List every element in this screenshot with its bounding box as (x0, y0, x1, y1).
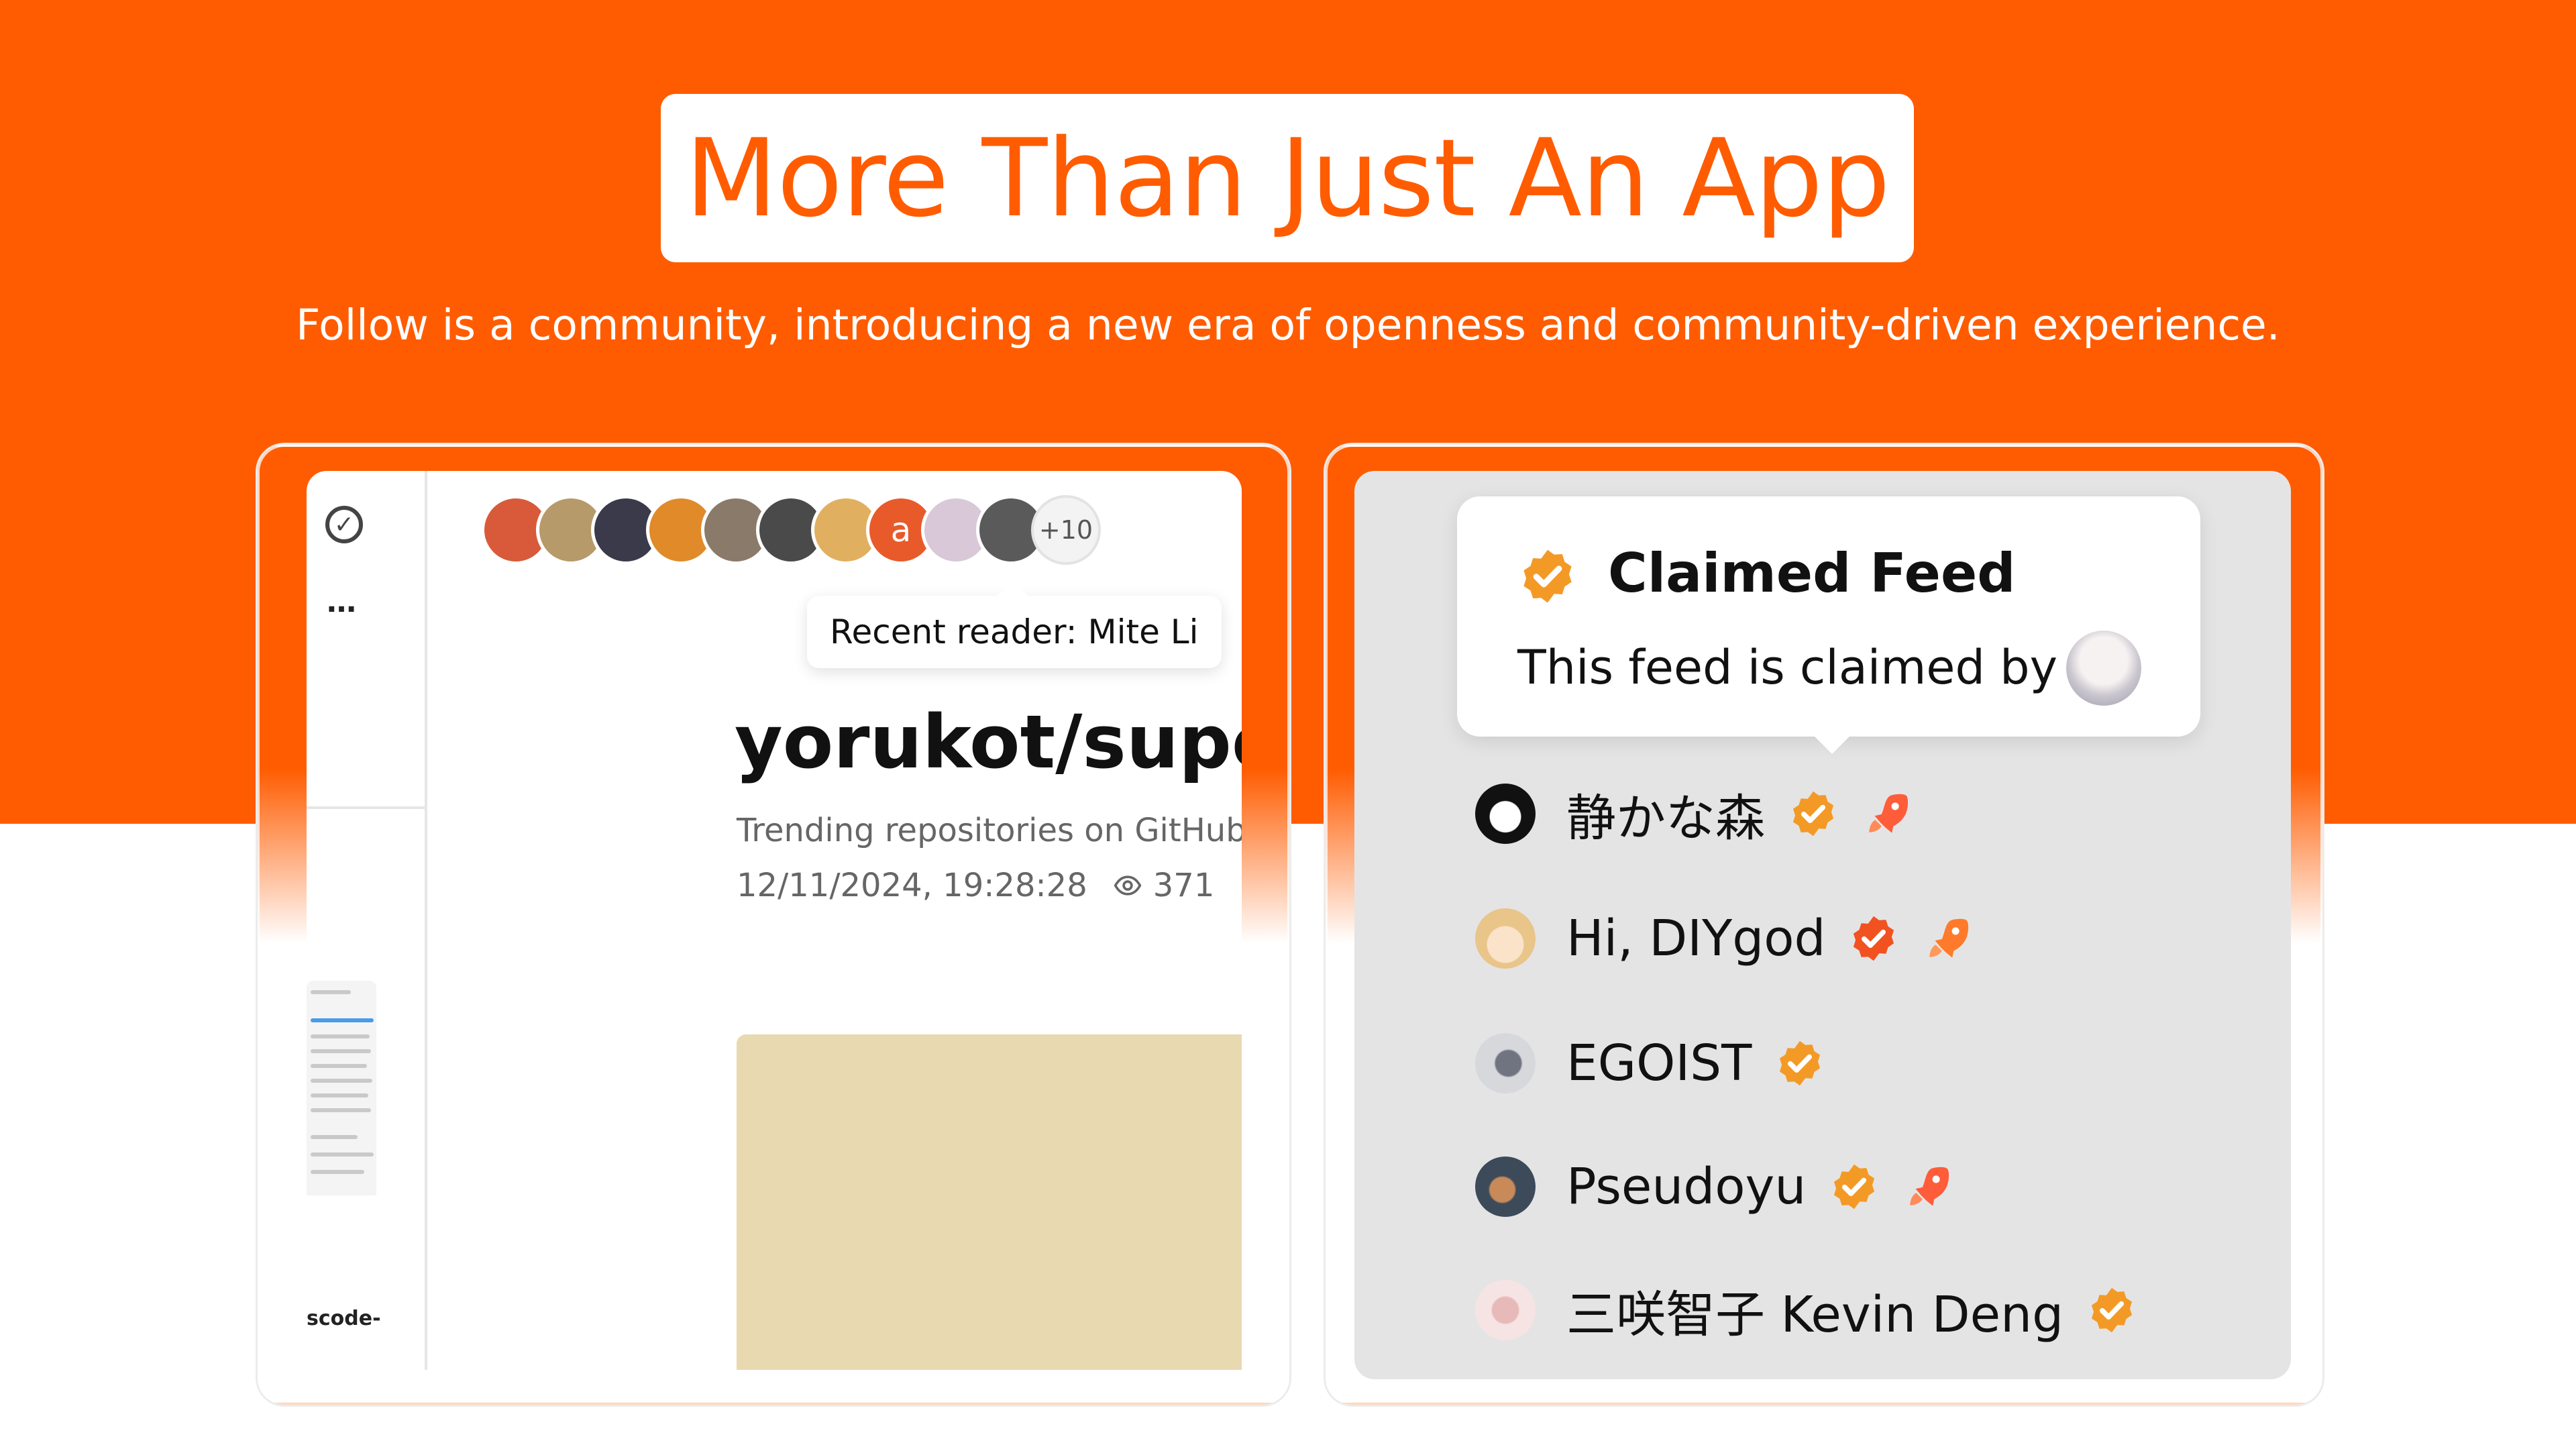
user-name: EGOIST (1566, 1034, 1752, 1092)
user-avatar (1475, 784, 1536, 844)
user-row[interactable]: 三咲智子 Kevin Deng (1475, 1273, 2137, 1347)
hero-title-box: More Than Just An App (661, 94, 1914, 262)
claimed-feed-popover: Claimed Feed This feed is claimed by (1457, 496, 2200, 737)
user-row[interactable]: 静かな森 (1475, 777, 1913, 851)
popover-text: This feed is claimed by (1517, 640, 2057, 695)
verified-badge-icon (1854, 916, 1894, 961)
hero-subtitle: Follow is a community, introducing a new… (296, 301, 2280, 350)
sidebar-divider (307, 806, 425, 809)
entry-feed-description: Trending repositories on GitHub (737, 812, 1242, 849)
verified-badge-icon (2091, 1287, 2133, 1333)
user-name: 静かな森 (1566, 789, 1765, 847)
user-name: Pseudoyu (1566, 1158, 1807, 1216)
entry-title[interactable]: yorukot/super (735, 699, 1242, 785)
sidebar: ✓ … scode- (307, 471, 427, 1370)
owner-avatar[interactable] (2066, 631, 2141, 706)
verified-badge-icon (1523, 549, 1572, 603)
user-avatar (1475, 1280, 1536, 1340)
hero-title: More Than Just An App (685, 115, 1890, 241)
user-avatar (1475, 908, 1536, 969)
more-readers-count[interactable]: +10 (1031, 495, 1101, 565)
check-circle-icon[interactable]: ✓ (325, 506, 363, 543)
rocket-icon (1910, 1167, 1949, 1206)
entry-timestamp: 12/11/2024, 19:28:28 (737, 867, 1087, 904)
verified-badge-icon (1834, 1164, 1875, 1210)
recent-readers-card: ✓ … scode- a +10 Recent reader: Mite Li … (258, 445, 1289, 1405)
eye-icon (1114, 875, 1142, 896)
sidebar-item-label[interactable]: scode- (307, 1307, 381, 1330)
app-screenshot: ✓ … scode- a +10 Recent reader: Mite Li … (307, 471, 1242, 1370)
entry-image (737, 1034, 1242, 1370)
claimed-feed-card: Claimed Feed This feed is claimed by 静かな… (1326, 445, 2322, 1405)
user-avatar (1475, 1157, 1536, 1217)
entry-meta: 12/11/2024, 19:28:28 371 (737, 867, 1214, 904)
user-row[interactable]: EGOIST (1475, 1026, 1825, 1100)
rocket-icon (1929, 918, 1969, 958)
more-icon[interactable]: … (327, 585, 358, 619)
rocket-icon (1869, 794, 1909, 833)
user-avatar (1475, 1033, 1536, 1093)
user-row[interactable]: Pseudoyu (1475, 1150, 1953, 1224)
recent-reader-tooltip: Recent reader: Mite Li (807, 596, 1222, 668)
user-name: Hi, DIYgod (1566, 910, 1826, 967)
verified-badge-icon (1780, 1040, 1821, 1086)
user-row[interactable]: Hi, DIYgod (1475, 902, 1973, 975)
entry-view-count: 371 (1152, 867, 1215, 904)
user-name: 三咲智子 Kevin Deng (1566, 1285, 2064, 1344)
mini-preview-panel (307, 981, 376, 1195)
popover-title: Claimed Feed (1608, 542, 2016, 604)
verified-badge-icon (1792, 791, 1834, 837)
feed-claim-screenshot: Claimed Feed This feed is claimed by 静かな… (1354, 471, 2291, 1379)
